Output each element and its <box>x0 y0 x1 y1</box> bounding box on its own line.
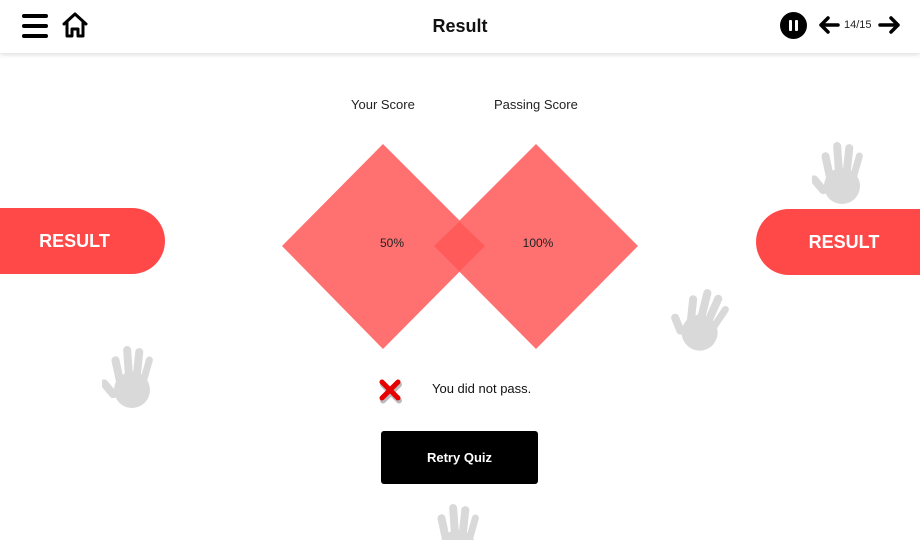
top-bar: Result 14/15 <box>0 0 920 53</box>
arrow-right-icon[interactable] <box>878 15 902 35</box>
arrow-left-icon[interactable] <box>818 15 840 35</box>
pause-icon[interactable] <box>780 12 807 39</box>
result-message: You did not pass. <box>432 381 532 396</box>
retry-quiz-button[interactable]: Retry Quiz <box>381 431 538 484</box>
your-score-value: 50% <box>379 236 405 250</box>
page-counter: 14/15 <box>844 19 872 31</box>
cross-icon <box>379 379 402 404</box>
passing-score-value: 100% <box>522 236 554 250</box>
